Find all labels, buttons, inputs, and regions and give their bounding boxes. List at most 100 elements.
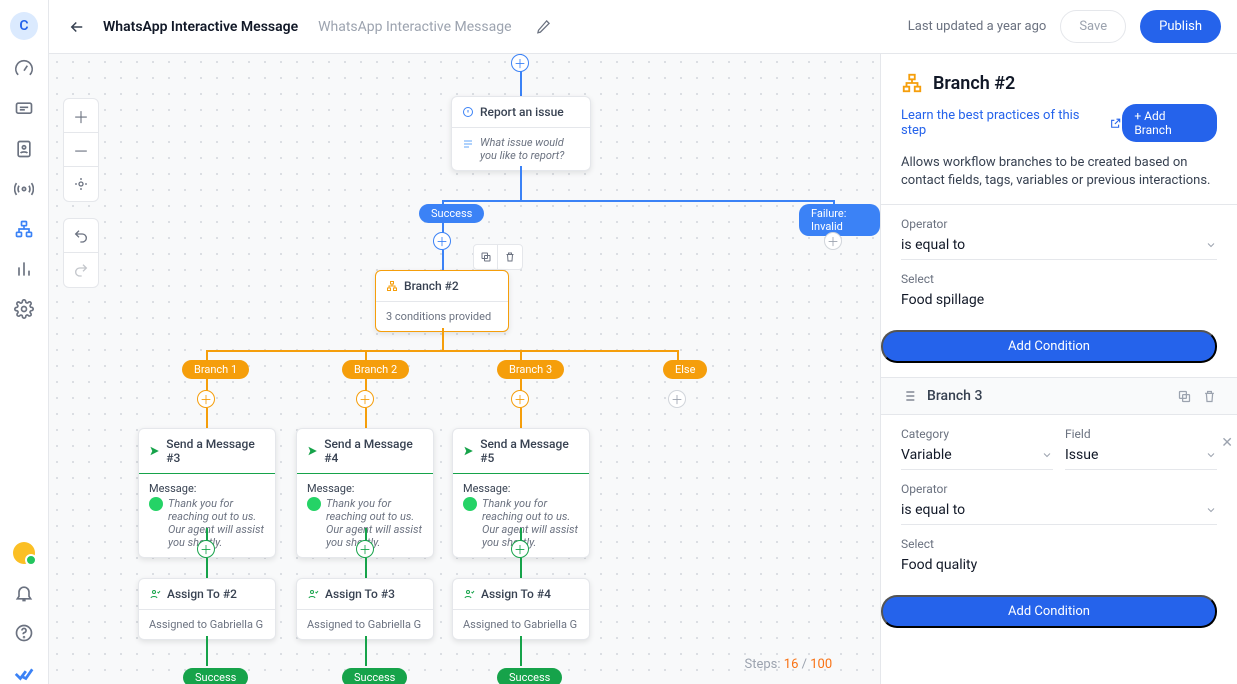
- branch-icon: [901, 72, 923, 94]
- node-body: 3 conditions provided: [376, 302, 508, 331]
- add-condition-button[interactable]: Add Condition: [881, 595, 1217, 628]
- learn-link[interactable]: Learn the best practices of this step: [901, 108, 1122, 138]
- chevron-down-icon: [1205, 504, 1217, 516]
- select-value[interactable]: Food spillage: [901, 288, 1217, 314]
- add-step-dot[interactable]: ＋: [433, 232, 451, 250]
- zoom-out-button[interactable]: －: [64, 133, 98, 167]
- whatsapp-icon: [149, 497, 163, 511]
- field-label: Category: [901, 427, 1053, 441]
- copy-node-icon[interactable]: [474, 245, 498, 269]
- field-label: Operator: [901, 482, 1217, 496]
- steps-counter: Steps: 16 / 100: [745, 657, 833, 672]
- pill-branch2[interactable]: Branch 2: [342, 360, 409, 379]
- inspector-title: Branch #2: [933, 73, 1015, 94]
- field-label: Select: [901, 537, 1217, 551]
- list-icon: [901, 388, 917, 404]
- last-updated: Last updated a year ago: [908, 19, 1047, 34]
- add-step-dot[interactable]: ＋: [511, 540, 529, 558]
- node-branch-2[interactable]: Branch #2 3 conditions provided: [375, 270, 509, 332]
- pill-failure[interactable]: Failure: Invalid: [799, 204, 880, 236]
- operator-select[interactable]: is equal to: [901, 233, 1217, 260]
- pill-branch3[interactable]: Branch 3: [497, 360, 564, 379]
- pill-branch1[interactable]: Branch 1: [182, 360, 249, 379]
- node-body: Assigned to Gabriella G: [297, 610, 433, 639]
- whatsapp-icon: [307, 497, 321, 511]
- workspace-avatar[interactable]: C: [10, 12, 38, 40]
- node-title: Assign To #3: [325, 587, 395, 601]
- node-title: Send a Message #3: [166, 437, 265, 465]
- copy-branch-icon[interactable]: [1177, 389, 1192, 404]
- node-body: Assigned to Gabriella G: [139, 610, 275, 639]
- node-report-issue[interactable]: Report an issue What issue would you lik…: [451, 96, 591, 171]
- node-body: Thank you for reaching out to us. Our ag…: [482, 497, 579, 549]
- message-label: Message:: [149, 482, 265, 495]
- pill-success[interactable]: Success: [419, 204, 484, 223]
- select-value[interactable]: Food quality: [901, 553, 1217, 579]
- brand-check-icon[interactable]: [13, 662, 35, 684]
- redo-button[interactable]: [64, 253, 98, 287]
- add-step-dot[interactable]: ＋: [197, 390, 215, 408]
- workflow-icon[interactable]: [13, 218, 35, 240]
- branch-name: Branch 3: [927, 388, 982, 404]
- pill-success[interactable]: Success: [497, 668, 562, 684]
- remove-condition-icon[interactable]: ✕: [1221, 435, 1233, 451]
- node-title: Report an issue: [480, 105, 564, 119]
- pill-success[interactable]: Success: [183, 668, 248, 684]
- node-assign-3[interactable]: Assign To #3 Assigned to Gabriella G: [296, 578, 434, 640]
- workflow-canvas[interactable]: ＋ － ＋ Report an issue What issue would y…: [49, 54, 880, 684]
- delete-branch-icon[interactable]: [1202, 389, 1217, 404]
- add-step-dot[interactable]: ＋: [197, 540, 215, 558]
- whatsapp-icon: [463, 497, 477, 511]
- user-avatar[interactable]: [13, 542, 35, 564]
- node-assign-4[interactable]: Assign To #4 Assigned to Gabriella G: [452, 578, 590, 640]
- settings-icon[interactable]: [13, 298, 35, 320]
- add-step-dot[interactable]: ＋: [668, 390, 686, 408]
- zoom-controls: ＋ －: [63, 98, 99, 202]
- bell-icon[interactable]: [13, 582, 35, 604]
- edit-title-icon[interactable]: [536, 19, 551, 34]
- gauge-icon[interactable]: [13, 58, 35, 80]
- add-condition-button[interactable]: Add Condition: [881, 330, 1217, 363]
- node-title: Send a Message #5: [480, 437, 579, 465]
- field-select[interactable]: Issue: [1065, 443, 1217, 470]
- pill-else[interactable]: Else: [663, 360, 707, 379]
- history-controls: [63, 218, 99, 288]
- node-body: Assigned to Gabriella G: [453, 610, 589, 639]
- node-title: Branch #2: [404, 279, 459, 293]
- condition-block: Operator is equal to Select Food spillag…: [881, 205, 1237, 322]
- save-button[interactable]: Save: [1060, 10, 1126, 43]
- workflow-subtitle: WhatsApp Interactive Message: [318, 19, 511, 35]
- add-step-dot[interactable]: ＋: [356, 390, 374, 408]
- chevron-down-icon: [1041, 449, 1053, 461]
- reports-icon[interactable]: [13, 258, 35, 280]
- delete-node-icon[interactable]: [498, 245, 522, 269]
- publish-button[interactable]: Publish: [1140, 10, 1221, 43]
- field-label: Select: [901, 272, 1217, 286]
- app-sidebar: C: [0, 0, 49, 684]
- main-area: WhatsApp Interactive Message WhatsApp In…: [49, 0, 1237, 684]
- add-step-dot[interactable]: ＋: [824, 232, 842, 250]
- node-title: Assign To #2: [167, 587, 237, 601]
- pill-success[interactable]: Success: [342, 668, 407, 684]
- category-select[interactable]: Variable: [901, 443, 1053, 470]
- inspector-panel: Branch #2 Learn the best practices of th…: [880, 54, 1237, 684]
- header: WhatsApp Interactive Message WhatsApp In…: [49, 0, 1237, 54]
- operator-select[interactable]: is equal to: [901, 498, 1217, 525]
- add-step-dot[interactable]: ＋: [511, 54, 529, 72]
- center-button[interactable]: [64, 167, 98, 201]
- node-body: Thank you for reaching out to us. Our ag…: [168, 497, 265, 549]
- add-step-dot[interactable]: ＋: [511, 390, 529, 408]
- broadcast-icon[interactable]: [13, 178, 35, 200]
- back-button[interactable]: [65, 15, 89, 39]
- help-icon[interactable]: [13, 622, 35, 644]
- content-row: ＋ － ＋ Report an issue What issue would y…: [49, 54, 1237, 684]
- add-step-dot[interactable]: ＋: [356, 540, 374, 558]
- node-assign-2[interactable]: Assign To #2 Assigned to Gabriella G: [138, 578, 276, 640]
- node-body: Thank you for reaching out to us. Our ag…: [326, 497, 423, 549]
- chat-icon[interactable]: [13, 98, 35, 120]
- undo-button[interactable]: [64, 219, 98, 253]
- add-branch-button[interactable]: + Add Branch: [1122, 104, 1217, 142]
- branch-header[interactable]: Branch 3: [881, 377, 1237, 415]
- zoom-in-button[interactable]: ＋: [64, 99, 98, 133]
- contacts-icon[interactable]: [13, 138, 35, 160]
